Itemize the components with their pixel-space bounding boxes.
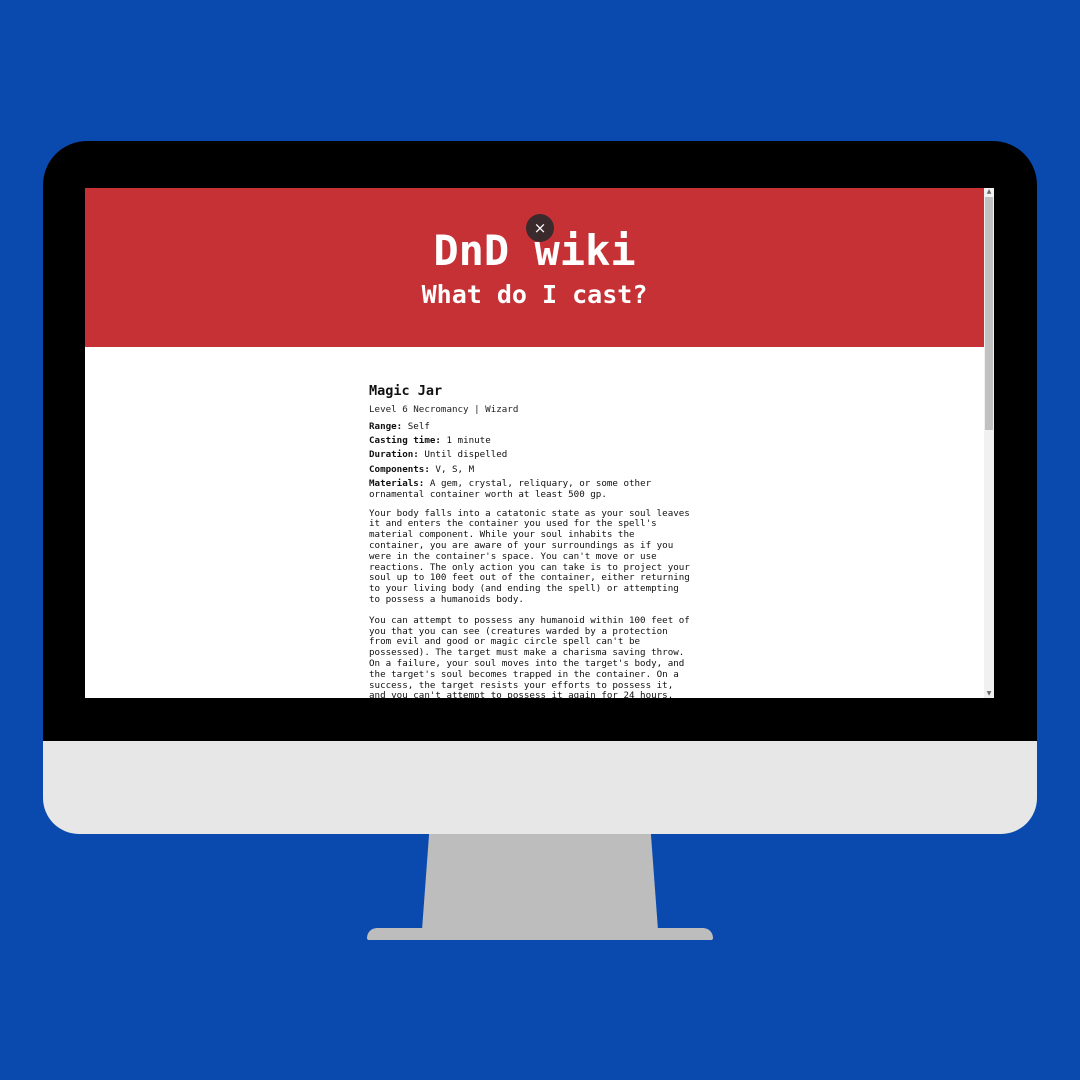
spell-description-paragraph: You can attempt to possess any humanoid … xyxy=(369,614,690,698)
spell-materials: Materials: A gem, crystal, reliquary, or… xyxy=(369,477,695,501)
spell-duration: Duration: Until dispelled xyxy=(369,449,695,461)
close-icon: × xyxy=(533,219,547,237)
components-value: V, S, M xyxy=(435,463,475,475)
spell-range: Range: Self xyxy=(369,420,695,433)
casting-time-label: Casting time: xyxy=(369,435,441,447)
scrollbar-thumb[interactable] xyxy=(985,197,993,430)
duration-label: Duration: xyxy=(369,449,419,461)
spell-description-paragraph: Your body falls into a catatonic state a… xyxy=(369,507,690,605)
scroll-down-arrow-icon[interactable]: ▼ xyxy=(984,690,994,698)
monitor-chin xyxy=(43,741,1037,834)
browser-viewport: DnD wiki What do I cast? × Magic Jar Lev… xyxy=(85,188,994,698)
materials-label: Materials: xyxy=(369,477,425,489)
monitor-stand-neck xyxy=(422,834,658,930)
spell-level-school: Level 6 Necromancy | Wizard xyxy=(369,404,519,415)
close-button[interactable]: × xyxy=(526,214,554,242)
spell-casting-time: Casting time: 1 minute xyxy=(369,435,695,447)
spell-card: Magic Jar Level 6 Necromancy | Wizard Ra… xyxy=(369,383,695,698)
spell-components: Components: V, S, M xyxy=(369,463,695,476)
components-label: Components: xyxy=(369,463,430,475)
duration-value: Until dispelled xyxy=(424,449,508,461)
casting-time-value: 1 minute xyxy=(446,435,491,447)
spell-name: Magic Jar xyxy=(369,383,443,399)
vertical-scrollbar[interactable]: ▲ ▼ xyxy=(984,188,994,698)
monitor-stand-base xyxy=(367,928,713,940)
range-label: Range: xyxy=(369,420,403,432)
page-header: DnD wiki What do I cast? × xyxy=(85,188,984,347)
site-subtitle: What do I cast? xyxy=(421,280,648,309)
scroll-up-arrow-icon[interactable]: ▲ xyxy=(984,188,994,196)
range-value: Self xyxy=(407,420,430,432)
